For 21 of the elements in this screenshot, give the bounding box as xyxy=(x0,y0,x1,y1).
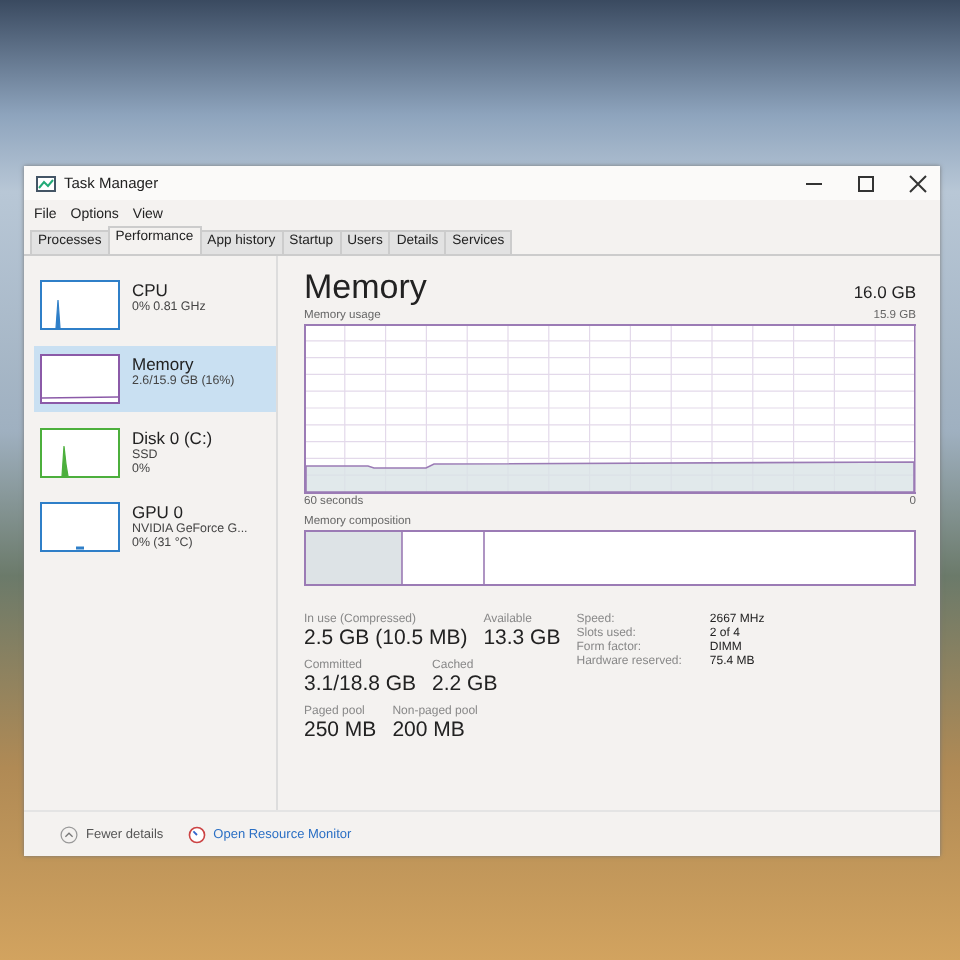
gauge-icon[interactable] xyxy=(187,825,206,843)
stat-value: 200 MB xyxy=(392,718,467,742)
device-name: GPU 0 xyxy=(132,502,186,522)
stat-value: 3.1/18.8 GB xyxy=(304,672,417,696)
device-name: CPU xyxy=(132,280,170,300)
graph-thumbnail-icon xyxy=(40,280,120,330)
stat-value: 13.3 GB xyxy=(483,626,561,650)
stat-value: 2.5 GB (10.5 MB) xyxy=(304,626,468,650)
graph-thumbnail-icon xyxy=(40,428,120,478)
total-memory: 16.0 GB xyxy=(853,282,916,302)
device-name: Disk 0 (C:) xyxy=(132,428,213,448)
device-name: Memory xyxy=(132,354,196,374)
chevron-up-icon[interactable] xyxy=(60,825,78,843)
close-icon[interactable] xyxy=(908,173,928,193)
maximize-icon[interactable] xyxy=(856,173,876,193)
graph-thumbnail-icon xyxy=(40,502,120,552)
stat-value: 2.2 GB xyxy=(432,672,498,696)
section-title: Memory xyxy=(304,268,427,308)
stat-value: 250 MB xyxy=(304,718,377,742)
chart-icon xyxy=(36,175,56,191)
graph-thumbnail-icon xyxy=(40,354,120,404)
